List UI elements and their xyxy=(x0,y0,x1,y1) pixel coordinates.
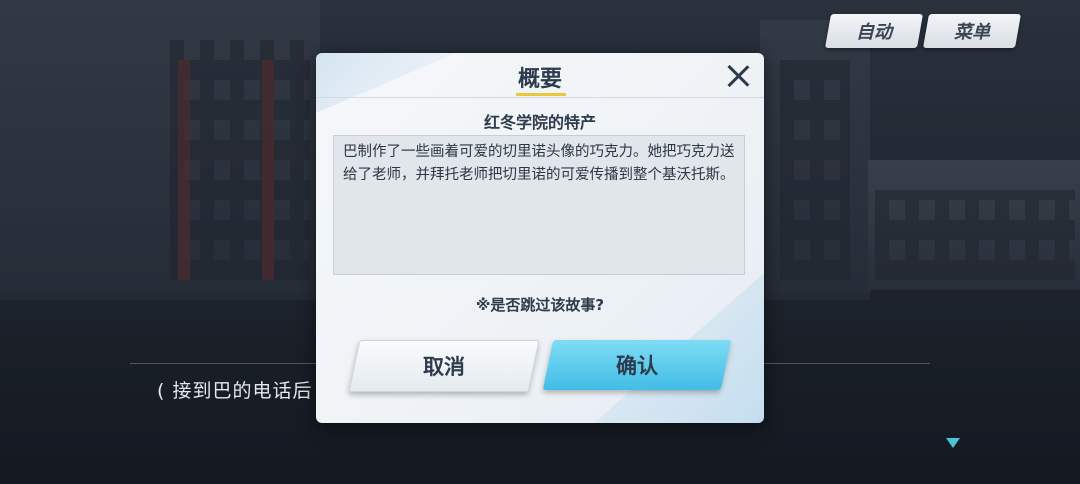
story-dialogue-text: ( 接到巴的电话后 xyxy=(157,380,313,402)
menu-button[interactable]: 菜单 xyxy=(923,14,1021,48)
confirm-button-label: 确认 xyxy=(616,354,658,378)
menu-button-label: 菜单 xyxy=(954,22,990,43)
skip-question: ※是否跳过该故事? xyxy=(475,296,605,314)
confirm-button[interactable]: 确认 xyxy=(542,340,732,390)
dialog-title: 概要 xyxy=(517,67,562,92)
cancel-button-label: 取消 xyxy=(423,355,465,379)
cancel-button[interactable]: 取消 xyxy=(348,340,540,392)
auto-button-label: 自动 xyxy=(856,22,892,43)
summary-text-box: 巴制作了一些画着可爱的切里诺头像的巧克力。她把巧克力送给了老师，并拜托老师把切里… xyxy=(333,135,745,275)
close-icon[interactable] xyxy=(726,64,750,88)
title-divider xyxy=(316,97,764,98)
auto-button[interactable]: 自动 xyxy=(825,14,923,48)
summary-dialog: 概要 红冬学院的特产 巴制作了一些画着可爱的切里诺头像的巧克力。她把巧克力送给了… xyxy=(316,53,764,423)
next-arrow-icon[interactable] xyxy=(946,438,960,448)
title-underline xyxy=(516,93,566,96)
episode-title: 红冬学院的特产 xyxy=(483,113,596,132)
